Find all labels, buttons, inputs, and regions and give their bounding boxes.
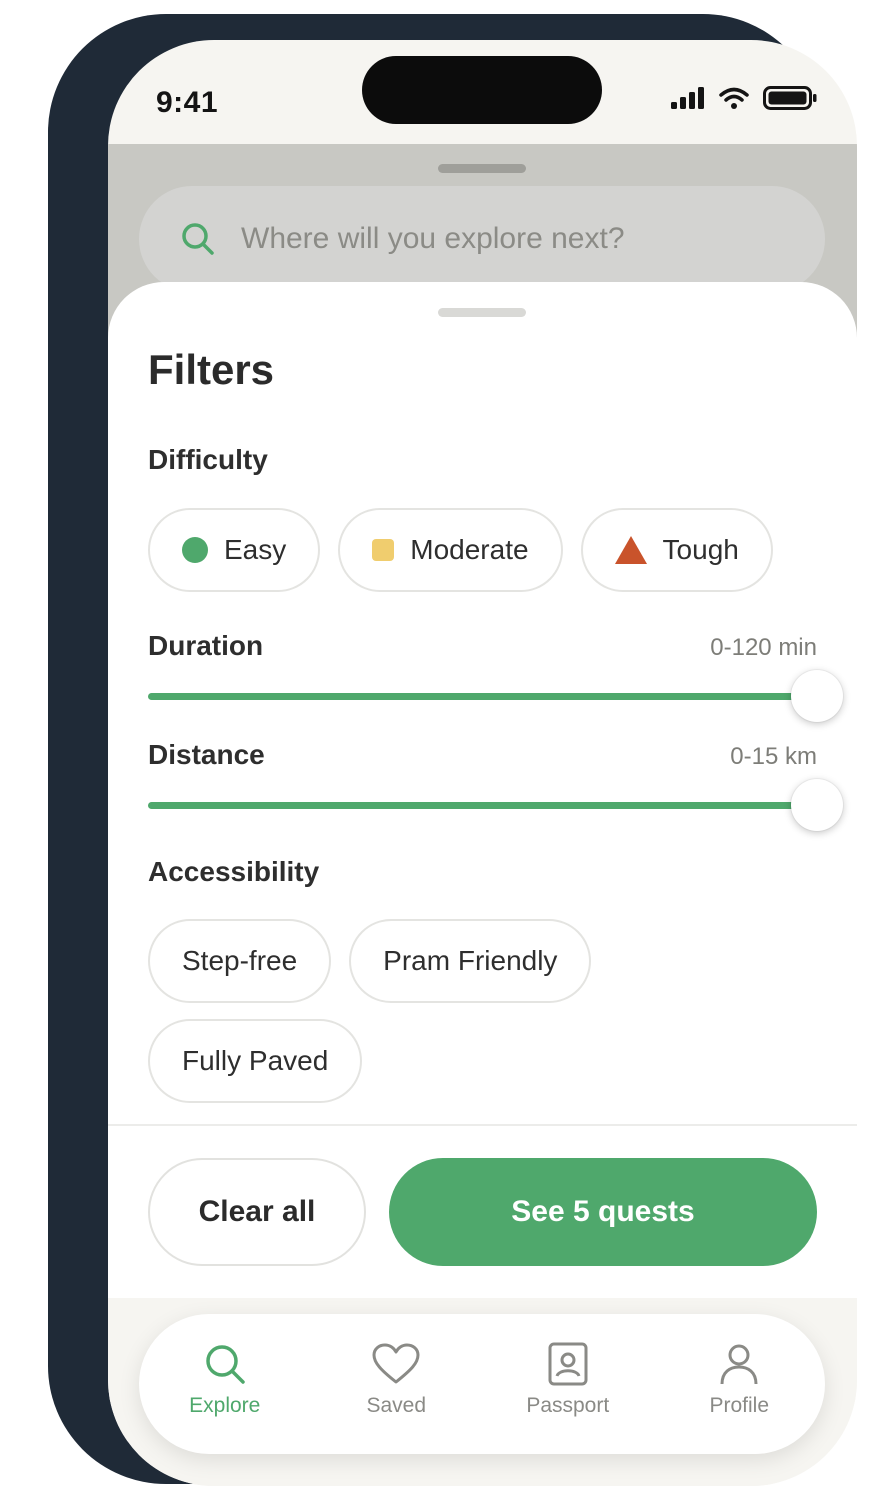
tab-profile[interactable]: Profile [654, 1314, 826, 1454]
dynamic-island [362, 56, 602, 124]
chip-label: Pram Friendly [383, 945, 558, 976]
search-icon [182, 223, 214, 255]
chip-label: Fully Paved [182, 1045, 329, 1076]
tab-passport[interactable]: Passport [482, 1314, 654, 1454]
chip-fully-paved[interactable]: Fully Paved [148, 1019, 363, 1103]
chip-easy[interactable]: Easy [148, 508, 321, 592]
phone-frame: 9:41 Where will you explore next? Filter… [48, 14, 857, 1486]
backdrop-handle [438, 164, 526, 173]
chip-tough[interactable]: Tough [580, 508, 773, 592]
tab-label: Passport [526, 1394, 610, 1417]
distance-slider-track[interactable] [148, 802, 818, 809]
filters-sheet: Filters Difficulty Easy Moderate Tough D… [108, 282, 857, 1298]
search-bar[interactable]: Where will you explore next? [139, 186, 825, 292]
accessibility-label: Accessibility [148, 856, 320, 887]
duration-value: 0-120 min [710, 634, 817, 661]
tab-label: Explore [189, 1394, 261, 1417]
chip-label: Moderate [410, 534, 529, 565]
search-icon [206, 1345, 245, 1384]
wifi-icon [719, 87, 749, 109]
distance-label: Distance [148, 739, 265, 770]
passport-icon [548, 1342, 588, 1386]
duration-slider-track[interactable] [148, 693, 818, 700]
accessibility-chips-row-2: Fully Paved [148, 1019, 363, 1103]
tough-triangle-icon [614, 536, 647, 564]
tab-label: Profile [709, 1394, 770, 1417]
duration-label: Duration [148, 630, 264, 661]
search-placeholder: Where will you explore next? [241, 222, 625, 255]
tab-bar: Explore Saved Passport Profile [139, 1314, 825, 1454]
heart-icon [372, 1343, 420, 1384]
chip-pram-friendly[interactable]: Pram Friendly [349, 919, 592, 1003]
see-quests-button[interactable]: See 5 quests [389, 1158, 817, 1266]
sheet-handle[interactable] [438, 308, 526, 317]
distance-slider-thumb[interactable] [791, 779, 843, 831]
moderate-square-icon [372, 539, 395, 561]
easy-circle-icon [182, 537, 208, 563]
chip-label: Easy [224, 534, 287, 565]
chip-moderate[interactable]: Moderate [338, 508, 563, 592]
tab-label: Saved [366, 1394, 427, 1417]
duration-slider-thumb[interactable] [791, 670, 843, 722]
clear-all-button[interactable]: Clear all [148, 1158, 366, 1266]
battery-icon [763, 86, 817, 110]
tab-saved[interactable]: Saved [311, 1314, 483, 1454]
status-icons [671, 86, 817, 110]
accessibility-chips-row-1: Step-free Pram Friendly [148, 919, 592, 1003]
status-time: 9:41 [156, 86, 219, 119]
person-icon [720, 1344, 758, 1385]
tab-explore[interactable]: Explore [139, 1314, 311, 1454]
signal-icon [671, 87, 704, 109]
screen: 9:41 Where will you explore next? Filter… [108, 40, 857, 1486]
distance-value: 0-15 km [730, 743, 817, 770]
chip-step-free[interactable]: Step-free [148, 919, 332, 1003]
actions-divider [108, 1124, 857, 1126]
chip-label: Tough [662, 534, 739, 565]
difficulty-chips: Easy Moderate Tough [148, 508, 773, 592]
chip-label: Step-free [182, 945, 298, 976]
difficulty-label: Difficulty [148, 444, 268, 475]
sheet-title: Filters [148, 346, 275, 393]
